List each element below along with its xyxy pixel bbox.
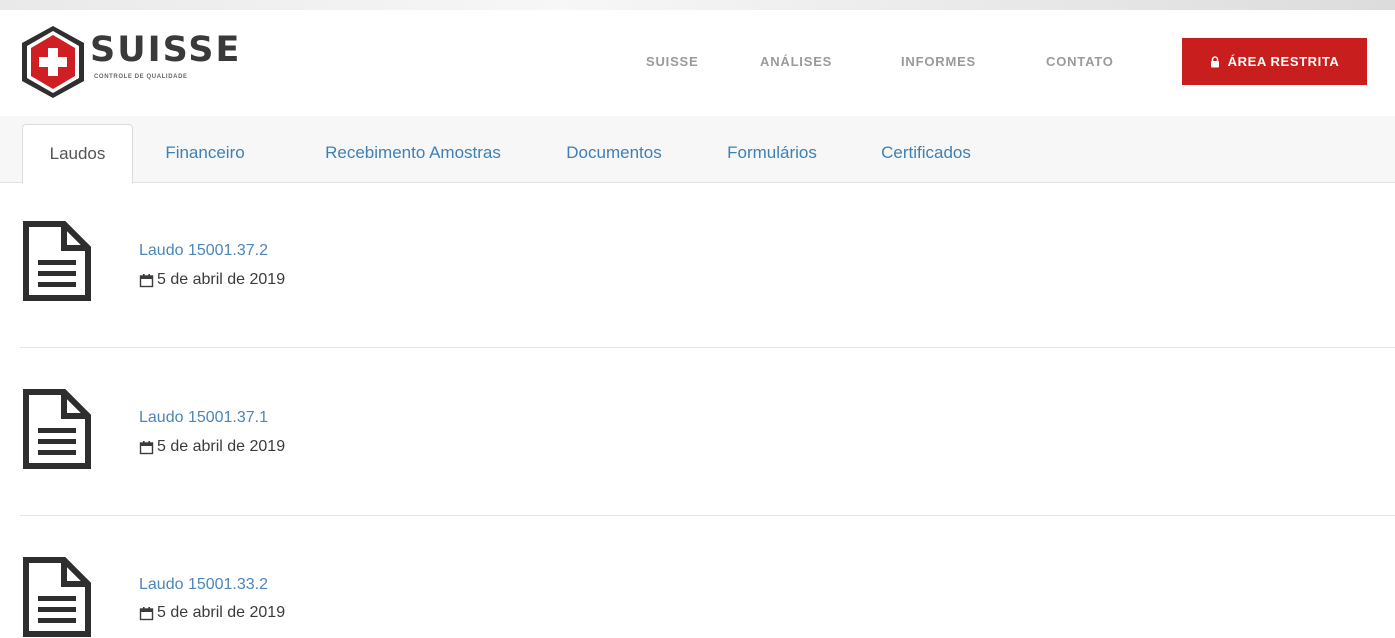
document-icon (23, 221, 91, 301)
calendar-icon (139, 273, 154, 287)
tab-label: Documentos (566, 143, 662, 162)
tab-label: Laudos (49, 144, 106, 163)
document-date: 5 de abril de 2019 (139, 271, 285, 289)
document-date: 5 de abril de 2019 (139, 604, 285, 622)
list-item: Laudo 15001.33.2 5 de abril de 2019 (0, 518, 1395, 637)
nav-link-analises[interactable]: ANÁLISES (760, 54, 832, 69)
list-item: Laudo 15001.37.1 5 de abril de 2019 (0, 350, 1395, 518)
divider (20, 515, 1395, 516)
nav-link-informes[interactable]: INFORMES (901, 54, 976, 69)
restricted-area-label: ÁREA RESTRITA (1227, 54, 1340, 69)
nav-link-suisse[interactable]: SUISSE (646, 54, 698, 69)
document-date: 5 de abril de 2019 (139, 438, 285, 456)
calendar-icon (139, 606, 154, 620)
nav-link-contato[interactable]: CONTATO (1046, 54, 1114, 69)
document-icon (23, 389, 91, 469)
tab-label: Recebimento Amostras (325, 143, 501, 162)
calendar-icon (139, 440, 154, 454)
tab-certificados[interactable]: Certificados (858, 124, 994, 182)
tab-label: Certificados (881, 143, 971, 162)
tab-formularios[interactable]: Formulários (702, 124, 842, 182)
tab-label: Financeiro (165, 143, 245, 162)
document-icon (23, 557, 91, 637)
tab-financeiro[interactable]: Financeiro (140, 124, 270, 182)
lock-icon (1210, 55, 1219, 67)
brand-tagline: CONTROLE DE QUALIDADE (94, 74, 188, 80)
date-text: 5 de abril de 2019 (157, 438, 286, 455)
tab-label: Formulários (727, 143, 817, 162)
document-link[interactable]: Laudo 15001.37.2 (139, 242, 268, 260)
date-text: 5 de abril de 2019 (157, 271, 286, 288)
document-link[interactable]: Laudo 15001.33.2 (139, 576, 268, 594)
tab-documentos[interactable]: Documentos (544, 124, 684, 182)
tab-bar: Laudos Financeiro Recebimento Amostras D… (0, 116, 1395, 184)
site-header: SUISSE CONTROLE DE QUALIDADE SUISSE ANÁL… (0, 10, 1395, 117)
divider (20, 347, 1395, 348)
list-item: Laudo 15001.37.2 5 de abril de 2019 (0, 182, 1395, 350)
tab-recebimento-amostras[interactable]: Recebimento Amostras (293, 124, 533, 182)
tab-laudos[interactable]: Laudos (22, 124, 133, 184)
restricted-area-button[interactable]: ÁREA RESTRITA (1182, 38, 1367, 85)
document-link[interactable]: Laudo 15001.37.1 (139, 409, 268, 427)
date-text: 5 de abril de 2019 (157, 604, 286, 621)
